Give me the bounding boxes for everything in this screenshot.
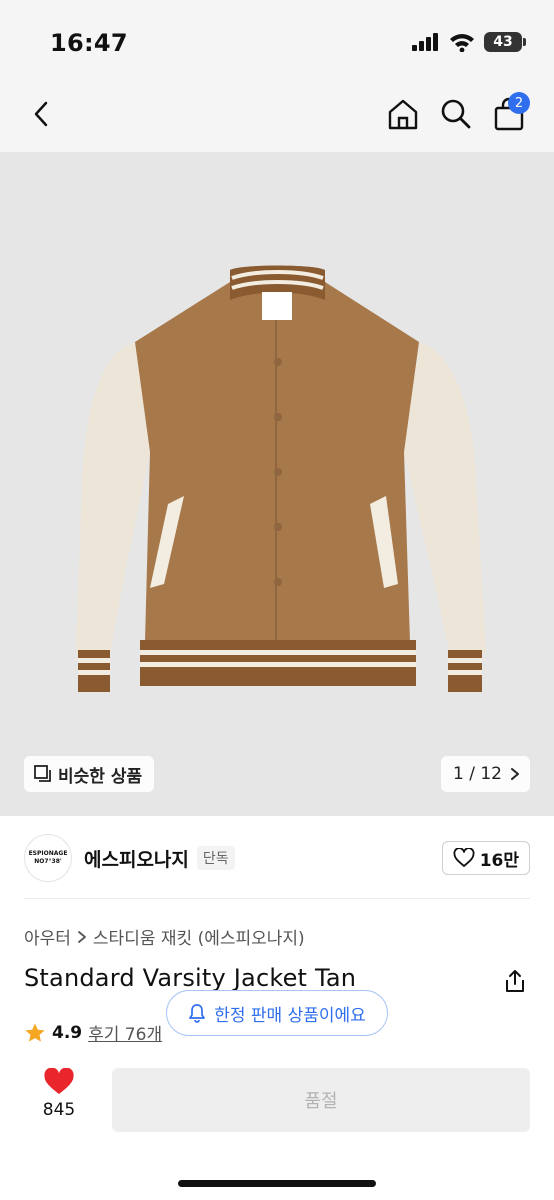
breadcrumb: 아우터 스타디움 재킷 (에스피오나지) xyxy=(24,924,305,949)
brand-name[interactable]: 에스피오나지 xyxy=(84,845,189,872)
status-icons: 43 xyxy=(412,32,526,52)
breadcrumb-category[interactable]: 아우터 xyxy=(24,924,71,949)
brand-row: ESPIONAGE NO7°38' 에스피오나지 단독 16만 xyxy=(24,832,530,884)
star-icon xyxy=(25,1023,45,1042)
share-icon xyxy=(506,970,524,992)
brand-logo-line2: NO7°38' xyxy=(34,858,62,865)
battery-icon: 43 xyxy=(484,32,526,52)
product-image[interactable]: 비슷한 상품 1 / 12 xyxy=(0,152,554,816)
share-button[interactable] xyxy=(500,966,530,996)
wishlist-count: 845 xyxy=(42,1100,76,1120)
cart-count-badge: 2 xyxy=(508,92,530,114)
signal-icon xyxy=(412,33,438,51)
wishlist-button[interactable]: 845 xyxy=(34,1068,84,1120)
rating-row: 4.9 후기 76개 xyxy=(24,1020,162,1045)
wifi-icon xyxy=(450,33,474,52)
home-indicator xyxy=(178,1180,376,1187)
similar-icon xyxy=(34,765,51,782)
bell-icon xyxy=(189,1004,206,1023)
review-count-link[interactable]: 후기 76개 xyxy=(88,1020,162,1045)
limited-sale-text: 한정 판매 상품이에요 xyxy=(214,1005,366,1026)
brand-like-button[interactable]: 16만 xyxy=(441,841,530,875)
back-button[interactable] xyxy=(20,92,64,136)
brand-logo[interactable]: ESPIONAGE NO7°38' xyxy=(24,834,72,882)
nav-bar: 2 xyxy=(0,80,554,152)
home-icon xyxy=(388,99,418,130)
rating-value: 4.9 xyxy=(52,1022,83,1043)
cart-button[interactable]: 2 xyxy=(487,92,531,136)
search-button[interactable] xyxy=(434,92,478,136)
page-indicator-label: 1 / 12 xyxy=(453,764,502,784)
status-time: 16:47 xyxy=(50,29,128,57)
breadcrumb-subcategory[interactable]: 스타디움 재킷 (에스피오나지) xyxy=(93,924,305,949)
exclusive-badge: 단독 xyxy=(196,846,235,870)
home-button[interactable] xyxy=(381,92,425,136)
brand-logo-line1: ESPIONAGE xyxy=(28,850,68,857)
similar-products-label: 비슷한 상품 xyxy=(58,766,143,787)
image-page-indicator[interactable]: 1 / 12 xyxy=(441,756,530,792)
limited-sale-tooltip: 한정 판매 상품이에요 xyxy=(166,990,388,1036)
chevron-right-icon xyxy=(78,930,86,943)
product-title: Standard Varsity Jacket Tan xyxy=(24,964,357,992)
sold-out-button[interactable]: 품절 xyxy=(112,1068,530,1132)
brand-like-count: 16만 xyxy=(479,850,519,871)
jacket-image xyxy=(76,265,486,692)
back-icon xyxy=(34,101,48,127)
divider xyxy=(24,898,530,899)
similar-products-button[interactable]: 비슷한 상품 xyxy=(24,756,155,792)
heart-filled-icon xyxy=(44,1068,74,1094)
heart-outline-icon xyxy=(453,848,475,867)
search-icon xyxy=(441,99,471,129)
sold-out-label: 품절 xyxy=(304,1091,338,1112)
status-bar: 16:47 43 xyxy=(0,0,554,80)
chevron-right-icon xyxy=(511,768,519,780)
